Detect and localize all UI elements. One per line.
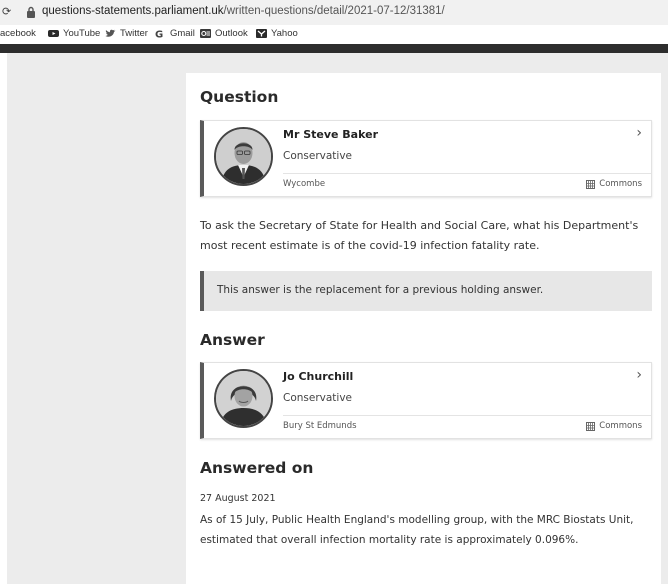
card-divider	[283, 415, 651, 416]
answered-on-heading: Answered on	[200, 459, 314, 477]
left-side-panel	[7, 53, 186, 584]
portcullis-icon	[586, 421, 596, 431]
chevron-right-icon[interactable]: ›	[636, 367, 642, 383]
bookmark-label: acebook	[0, 28, 36, 39]
member-name[interactable]: Jo Churchill	[283, 370, 353, 383]
question-text: To ask the Secretary of State for Health…	[200, 219, 639, 252]
member-party: Conservative	[283, 392, 353, 404]
house-label: Commons	[586, 421, 642, 431]
answering-member-card[interactable]: Jo Churchill Conservative › Bury St Edmu…	[200, 362, 652, 439]
right-side-panel	[661, 53, 668, 584]
bookmark-label: Yahoo	[271, 28, 298, 39]
reload-icon[interactable]: ⟳	[2, 5, 11, 18]
bookmark-label: Outlook	[215, 28, 248, 39]
content-top-band	[186, 53, 661, 73]
member-party: Conservative	[283, 150, 353, 162]
bookmark-facebook[interactable]: acebook	[0, 28, 36, 39]
bookmark-yahoo[interactable]: Yahoo	[256, 28, 298, 39]
yahoo-icon	[256, 29, 267, 38]
youtube-icon	[48, 30, 59, 37]
member-name[interactable]: Mr Steve Baker	[283, 128, 378, 141]
bookmark-twitter[interactable]: Twitter	[105, 28, 148, 39]
member-constituency: Bury St Edmunds	[283, 421, 357, 431]
member-constituency: Wycombe	[283, 179, 326, 189]
bookmarks-bar: acebook YouTube Twitter G Gmail Outlook …	[0, 25, 668, 44]
question-heading: Question	[200, 88, 279, 106]
answer-text: As of 15 July, Public Health England's m…	[200, 514, 634, 546]
notice-text: This answer is the replacement for a pre…	[217, 284, 544, 296]
outlook-icon	[200, 29, 211, 38]
avatar	[214, 369, 273, 428]
chevron-right-icon[interactable]: ›	[636, 125, 642, 141]
avatar	[214, 127, 273, 186]
answered-date: 27 August 2021	[200, 493, 276, 504]
bookmark-youtube[interactable]: YouTube	[48, 28, 100, 39]
url-host: questions-statements.parliament.uk	[42, 5, 224, 17]
house-name: Commons	[599, 421, 642, 431]
svg-text:G: G	[155, 30, 163, 39]
google-icon: G	[155, 30, 163, 39]
site-header-strip	[0, 44, 668, 53]
bookmark-label: YouTube	[63, 28, 101, 39]
bookmark-label: Twitter	[120, 28, 148, 39]
bookmark-outlook[interactable]: Outlook	[200, 28, 248, 39]
holding-answer-notice: This answer is the replacement for a pre…	[200, 271, 652, 311]
house-name: Commons	[599, 179, 642, 189]
portcullis-icon	[586, 179, 596, 189]
house-label: Commons	[586, 179, 642, 189]
url-path: /written-questions/detail/2021-07-12/313…	[223, 5, 445, 17]
bookmark-label: Gmail	[170, 28, 195, 39]
card-divider	[283, 173, 651, 174]
lock-icon	[27, 6, 35, 18]
url-text[interactable]: questions-statements.parliament.uk/writt…	[42, 5, 445, 17]
bookmark-gmail[interactable]: G Gmail	[155, 28, 195, 39]
answer-heading: Answer	[200, 331, 265, 349]
asking-member-card[interactable]: Mr Steve Baker Conservative › Wycombe Co…	[200, 120, 652, 197]
twitter-icon	[105, 29, 116, 37]
browser-address-bar[interactable]: ⟳ questions-statements.parliament.uk/wri…	[0, 0, 668, 25]
